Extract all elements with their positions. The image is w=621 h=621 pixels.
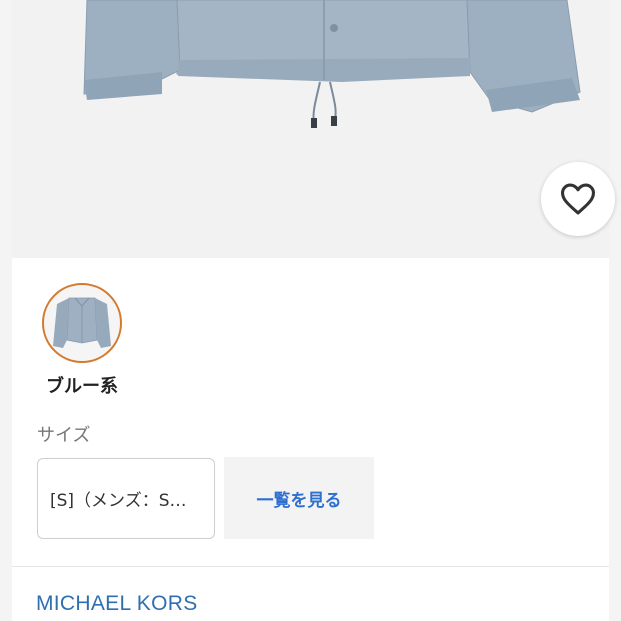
- size-select[interactable]: [S]（メンズ：S…: [37, 458, 215, 539]
- page-edge-right: [609, 0, 621, 621]
- section-divider: [12, 566, 609, 567]
- size-heading: サイズ: [37, 425, 91, 446]
- product-image: [12, 0, 609, 258]
- brand-link[interactable]: MICHAEL KORS: [36, 592, 198, 616]
- jacket-image: [83, 0, 581, 128]
- view-list-button[interactable]: 一覧を見る: [224, 457, 374, 539]
- page-edge-left: [0, 0, 12, 621]
- color-label: ブルー系: [46, 376, 118, 397]
- color-swatch-blue[interactable]: [42, 283, 122, 363]
- jacket-thumbnail-icon: [53, 297, 111, 348]
- heart-outline-icon: [561, 183, 595, 215]
- favorite-button[interactable]: [541, 162, 615, 236]
